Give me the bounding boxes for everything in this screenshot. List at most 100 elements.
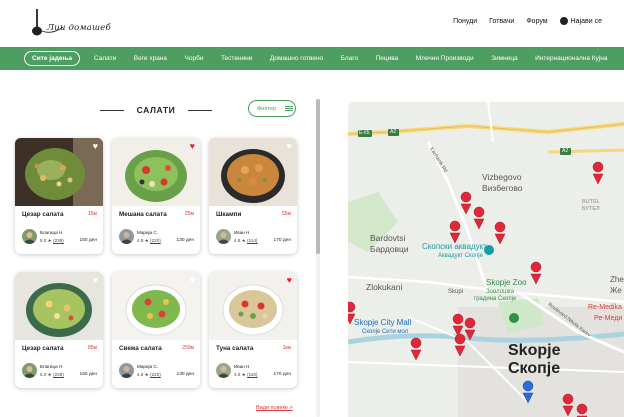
section-title: САЛАТИ xyxy=(100,105,212,115)
link-chefs[interactable]: Готвачи xyxy=(489,18,514,25)
recipe-author: Благица Н. xyxy=(40,230,64,235)
recipe-price: 170 ден xyxy=(273,372,291,377)
recipe-image xyxy=(209,138,297,206)
recipe-author: Иван Н. xyxy=(234,230,251,235)
avatar xyxy=(22,229,37,244)
nav-item-salads[interactable]: Салати xyxy=(94,55,116,62)
recipe-image xyxy=(15,272,103,340)
scrollbar-thumb[interactable] xyxy=(316,99,320,254)
map[interactable]: E-65 A2 A2 Kachanik Rd Vizbegovo Визбего… xyxy=(348,102,624,417)
login-label: Најави се xyxy=(570,17,602,25)
recipe-time: 85м xyxy=(88,345,97,351)
place-label: Bardovtsi xyxy=(370,233,406,243)
place-label: Vizbegovo xyxy=(482,172,522,182)
recipe-author: Благица Н. xyxy=(40,364,64,369)
recipe-time: 1км xyxy=(282,345,291,351)
poi-label: Аквадукт Скопје xyxy=(438,253,483,259)
recipe-time: 25м xyxy=(185,211,194,217)
site-logo[interactable]: Лии домашеб xyxy=(30,7,111,37)
recipe-price: 170 ден xyxy=(273,238,291,243)
logo-text: Лии домашеб xyxy=(47,23,111,33)
place-label: Skupi xyxy=(448,289,464,295)
nav-item-dairy[interactable]: Млечни Производи xyxy=(416,55,474,62)
recipe-price: 150 ден xyxy=(79,238,97,243)
recipe-author: Марија С. xyxy=(137,364,158,369)
highway-label: A2 xyxy=(562,148,569,154)
recipe-name: Мешана салата xyxy=(119,211,167,218)
poi-label: Skopje Zoo xyxy=(486,278,527,287)
favorite-heart-icon[interactable]: ♥ xyxy=(93,276,98,285)
place-label: Визбегово xyxy=(482,183,523,193)
favorite-heart-icon[interactable]: ♥ xyxy=(190,276,195,285)
recipe-card[interactable]: ♥ Цезар салата 15м Благица Н. 5.0 ★ (238… xyxy=(15,138,103,254)
filter-label: Филтер xyxy=(257,105,277,112)
poi-label: Зоолошка xyxy=(486,289,514,295)
recipe-rating: 4.8 ★ (220) xyxy=(137,372,161,377)
recipe-price: 150 ден xyxy=(79,372,97,377)
map-canvas xyxy=(348,102,624,417)
recipe-image xyxy=(112,272,200,340)
see-more-link[interactable]: Види повеќе > xyxy=(256,405,293,411)
favorite-heart-icon[interactable]: ♥ xyxy=(287,142,292,151)
recipe-image xyxy=(209,272,297,340)
nav-item-sweet[interactable]: Благо xyxy=(341,55,358,62)
favorite-heart-icon[interactable]: ♥ xyxy=(93,142,98,151)
avatar xyxy=(216,229,231,244)
link-forum[interactable]: Форум xyxy=(526,18,547,25)
recipe-time: 15м xyxy=(88,211,97,217)
favorite-heart-icon[interactable]: ♥ xyxy=(287,276,292,285)
city-label: Skopje xyxy=(508,342,561,359)
city-label: Скопје xyxy=(508,360,561,377)
place-label: Же xyxy=(610,286,622,295)
nav-item-homemade[interactable]: Домашно готвено xyxy=(270,55,323,62)
recipe-price: 130 ден xyxy=(176,238,194,243)
nav-item-pastry[interactable]: Пецива xyxy=(376,55,399,62)
recipe-time: 55м xyxy=(282,211,291,217)
recipe-image xyxy=(112,138,200,206)
recipe-name: Туна салата xyxy=(216,345,254,352)
nav-item-international[interactable]: Интернационална Кујна xyxy=(535,55,607,62)
recipe-name: Свежа салата xyxy=(119,345,162,352)
nav-item-all[interactable]: Сите јадења xyxy=(24,51,80,66)
recipe-author: Марија С. xyxy=(137,230,158,235)
filter-button[interactable]: Филтер xyxy=(248,100,296,117)
nav-item-vege[interactable]: Веге храна xyxy=(134,55,167,62)
place-label: БУТЕЛ xyxy=(582,206,600,212)
recipe-rating: 4.8 ★ (114) xyxy=(234,238,258,243)
recipe-rating: 5.0 ★ (238) xyxy=(40,372,64,377)
nav-item-pasta[interactable]: Тестенини xyxy=(221,55,252,62)
avatar xyxy=(119,363,134,378)
recipe-panel: САЛАТИ Филтер ♥ Цезар салата 15м Благица… xyxy=(0,70,314,417)
recipe-rating: 5.0 ★ (238) xyxy=(40,238,64,243)
favorite-heart-icon[interactable]: ♥ xyxy=(190,142,195,151)
login-link[interactable]: Најави се xyxy=(559,17,602,25)
recipe-time: 250м xyxy=(182,345,194,351)
recipe-rating: 4.8 ★ (116) xyxy=(234,372,258,377)
place-label: BUTEL xyxy=(582,199,600,205)
poi-label: градина Скопје xyxy=(474,296,517,302)
recipe-card[interactable]: ♥ Мешана салата 25м Марија С. 4.8 ★ (220… xyxy=(112,138,200,254)
place-label: Zhe xyxy=(610,275,624,284)
poi-label: Skopje City Mall xyxy=(354,318,412,327)
recipe-card[interactable]: ♥ Цезар салата 85м Благица Н. 5.0 ★ (238… xyxy=(15,272,103,388)
recipe-author: Иван Н. xyxy=(234,364,251,369)
nav-item-soups[interactable]: Чорби xyxy=(185,55,204,62)
site-header: Лии домашеб Понуди Готвачи Форум Најави … xyxy=(0,0,624,46)
poi-label: Скопски аквадукт xyxy=(422,242,487,251)
place-label: Zlokukani xyxy=(366,282,403,292)
poi-label: Ре-Меди xyxy=(594,315,623,322)
link-offers[interactable]: Понуди xyxy=(453,18,477,25)
recipe-card[interactable]: ♥ Шкампи 55м Иван Н. 4.8 ★ (114) 170 ден xyxy=(209,138,297,254)
place-label: Бардовци xyxy=(370,244,409,254)
recipe-rating: 4.8 ★ (220) xyxy=(137,238,161,243)
recipe-image xyxy=(15,138,103,206)
poi-label: Re-Medika xyxy=(588,304,622,311)
recipe-card[interactable]: ♥ Туна салата 1км Иван Н. 4.8 ★ (116) 17… xyxy=(209,272,297,388)
recipe-card[interactable]: ♥ Свежа салата 250м Марија С. 4.8 ★ (220… xyxy=(112,272,200,388)
category-nav: Сите јадења Салати Веге храна Чорби Тест… xyxy=(0,47,624,70)
nav-item-winter[interactable]: Зимница xyxy=(491,55,518,62)
recipe-name: Цезар салата xyxy=(22,345,64,352)
avatar xyxy=(22,363,37,378)
recipe-name: Шкампи xyxy=(216,211,242,218)
divider xyxy=(188,110,212,111)
